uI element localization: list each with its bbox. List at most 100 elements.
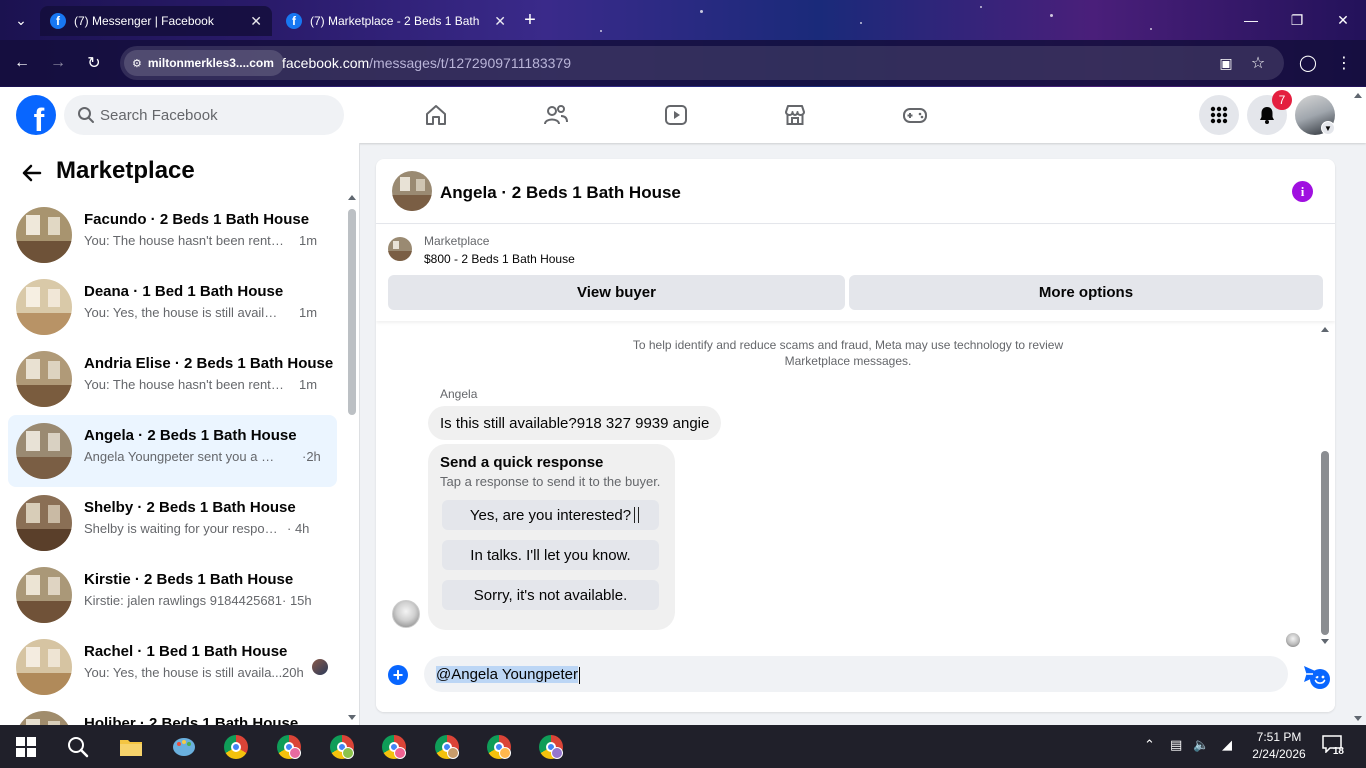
tray-overflow-icon[interactable]: ⌃ [1144, 737, 1155, 753]
site-info-chip[interactable]: ⚙ miltonmerkles3....com [124, 50, 284, 76]
windows-start-icon[interactable] [12, 733, 40, 761]
mouse-cursor [634, 507, 639, 523]
conversation-item[interactable]: Deana · 1 Bed 1 Bath House You: Yes, the … [8, 271, 337, 343]
network-icon[interactable]: ◢ [1222, 737, 1232, 753]
conversation-item[interactable]: Kirstie · 2 Beds 1 Bath House Kirstie: ja… [8, 559, 337, 631]
chrome-profile-icon[interactable] [328, 733, 356, 761]
conversation-time: 1m [299, 305, 318, 320]
listing-thumbnail [16, 495, 72, 551]
chevron-down-icon[interactable]: ▼ [1321, 121, 1335, 135]
info-icon[interactable]: i [1292, 181, 1313, 202]
conversation-item[interactable]: Rachel · 1 Bed 1 Bath House You: Yes, the… [8, 631, 337, 703]
more-options-button[interactable]: More options [849, 275, 1323, 310]
view-buyer-button[interactable]: View buyer [388, 275, 845, 310]
notification-center-icon[interactable]: 18 [1322, 735, 1344, 757]
conversation-preview: Angela Youngpeter sent you a mes... [84, 449, 284, 464]
url-host: facebook.com [282, 55, 370, 71]
listing-thumbnail [16, 279, 72, 335]
chat-header: Angela · 2 Beds 1 Bath House i [376, 159, 1335, 224]
scrollbar-thumb[interactable] [1321, 451, 1329, 635]
address-bar-row: ← → ↻ ⚙ miltonmerkles3....com facebook.c… [0, 40, 1366, 86]
scam-notice: To help identify and reduce scams and fr… [632, 338, 1064, 368]
chrome-profile-icon[interactable] [537, 733, 565, 761]
chat-title[interactable]: Angela · 2 Beds 1 Bath House [440, 183, 681, 203]
close-window-icon[interactable]: ✕ [1328, 8, 1358, 32]
chrome-icon[interactable] [222, 733, 250, 761]
tray-device-icon[interactable]: ▤ [1170, 737, 1182, 753]
search-box[interactable] [64, 95, 344, 135]
facebook-logo-icon[interactable]: f [16, 95, 56, 135]
conversation-time: 1m [299, 233, 318, 248]
site-settings-icon: ⚙ [132, 57, 142, 70]
conversation-item[interactable]: Angela · 2 Beds 1 Bath House Angela Young… [8, 415, 337, 487]
menu-grid-button[interactable] [1199, 95, 1239, 135]
video-icon[interactable] [660, 99, 692, 131]
tab-title: (7) Messenger | Facebook [74, 14, 214, 28]
listing-thumbnail[interactable] [392, 171, 432, 211]
page-scroll-down-icon[interactable] [1354, 716, 1362, 721]
reload-icon[interactable]: ↻ [82, 51, 106, 75]
tab-strip: ⌄ f (7) Messenger | Facebook ✕ f (7) Mar… [0, 0, 1366, 40]
tab-search-icon[interactable]: ⌄ [6, 8, 36, 32]
chrome-profile-icon[interactable] [275, 733, 303, 761]
minimize-icon[interactable]: — [1236, 8, 1266, 32]
taskbar-clock[interactable]: 7:51 PM 2/24/2026 [1250, 729, 1308, 763]
chat-scrollbar[interactable] [1320, 327, 1330, 647]
plus-icon[interactable]: + [388, 665, 408, 685]
listing-mini-thumbnail[interactable] [388, 237, 412, 261]
scrollbar-thumb[interactable] [348, 209, 356, 415]
quick-response-yes[interactable]: Yes, are you interested? [442, 500, 659, 530]
paint-app-icon[interactable] [170, 733, 198, 761]
bookmark-star-icon[interactable]: ☆ [1246, 51, 1270, 75]
conversation-item[interactable]: Andria Elise · 2 Beds 1 Bath House You: T… [8, 343, 337, 415]
back-arrow-icon[interactable] [18, 159, 46, 187]
conversation-item[interactable]: Holiber · 2 Beds 1 Bath House [8, 703, 337, 725]
send-icon[interactable] [1302, 663, 1324, 685]
chrome-profile-icon-active[interactable] [427, 725, 467, 768]
tab-marketplace[interactable]: f (7) Marketplace - 2 Beds 1 Bath ✕ [276, 6, 516, 36]
install-app-icon[interactable]: ▣ [1214, 51, 1238, 75]
grid-icon [1210, 106, 1228, 124]
tab-messenger[interactable]: f (7) Messenger | Facebook ✕ [40, 6, 272, 36]
listing-thumbnail [16, 639, 72, 695]
marketplace-sidebar: Marketplace Facundo · 2 Beds 1 Bath Hous… [0, 143, 360, 725]
message-bubble[interactable]: Is this still available?918 327 9939 ang… [428, 406, 722, 440]
sender-avatar[interactable] [392, 600, 420, 628]
search-input[interactable] [100, 95, 330, 135]
friends-icon[interactable] [540, 99, 572, 131]
conversation-item[interactable]: Shelby · 2 Beds 1 Bath House Shelby is wa… [8, 487, 337, 559]
marketplace-icon[interactable] [779, 99, 811, 131]
conversation-item[interactable]: Facundo · 2 Beds 1 Bath House You: The ho… [8, 199, 337, 271]
message-input[interactable]: @Angela Youngpeter [424, 656, 1330, 692]
quick-response-not-available[interactable]: Sorry, it's not available. [442, 580, 659, 610]
new-tab-icon[interactable]: + [515, 8, 545, 32]
quick-response-in-talks[interactable]: In talks. I'll let you know. [442, 540, 659, 570]
message-input-text: @Angela Youngpeter [436, 666, 579, 683]
taskbar-search-icon[interactable] [64, 733, 92, 761]
restore-icon[interactable]: ❐ [1282, 8, 1312, 32]
url-text[interactable]: facebook.com/messages/t/1272909711183379 [282, 55, 571, 71]
forward-icon[interactable]: → [46, 51, 70, 75]
file-explorer-icon[interactable] [117, 733, 145, 761]
text-caret [579, 666, 581, 684]
gaming-icon[interactable] [899, 99, 931, 131]
browser-menu-icon[interactable]: ⋮ [1332, 51, 1356, 75]
conversation-name: Andria Elise · 2 Beds 1 Bath House [84, 355, 334, 372]
omnibox[interactable]: ⚙ miltonmerkles3....com facebook.com/mes… [120, 46, 1284, 80]
search-icon [78, 107, 94, 123]
back-icon[interactable]: ← [10, 51, 34, 75]
bell-icon [1260, 107, 1274, 124]
clock-date: 2/24/2026 [1252, 747, 1306, 761]
conversation-preview: You: The house hasn't been rented... [84, 233, 284, 248]
close-tab-icon[interactable]: ✕ [250, 13, 262, 30]
volume-icon[interactable]: 🔈 [1193, 737, 1209, 753]
chrome-profile-icon[interactable] [380, 733, 408, 761]
profile-icon[interactable]: ◯ [1296, 51, 1320, 75]
chrome-profile-icon[interactable] [485, 733, 513, 761]
listing-price[interactable]: $800 - 2 Beds 1 Bath House [424, 252, 575, 266]
sidebar-scrollbar[interactable] [347, 195, 357, 723]
home-icon[interactable] [420, 99, 452, 131]
page-scroll-up-icon[interactable] [1354, 93, 1362, 98]
clock-time: 7:51 PM [1256, 730, 1302, 744]
close-tab-icon[interactable]: ✕ [494, 13, 506, 30]
